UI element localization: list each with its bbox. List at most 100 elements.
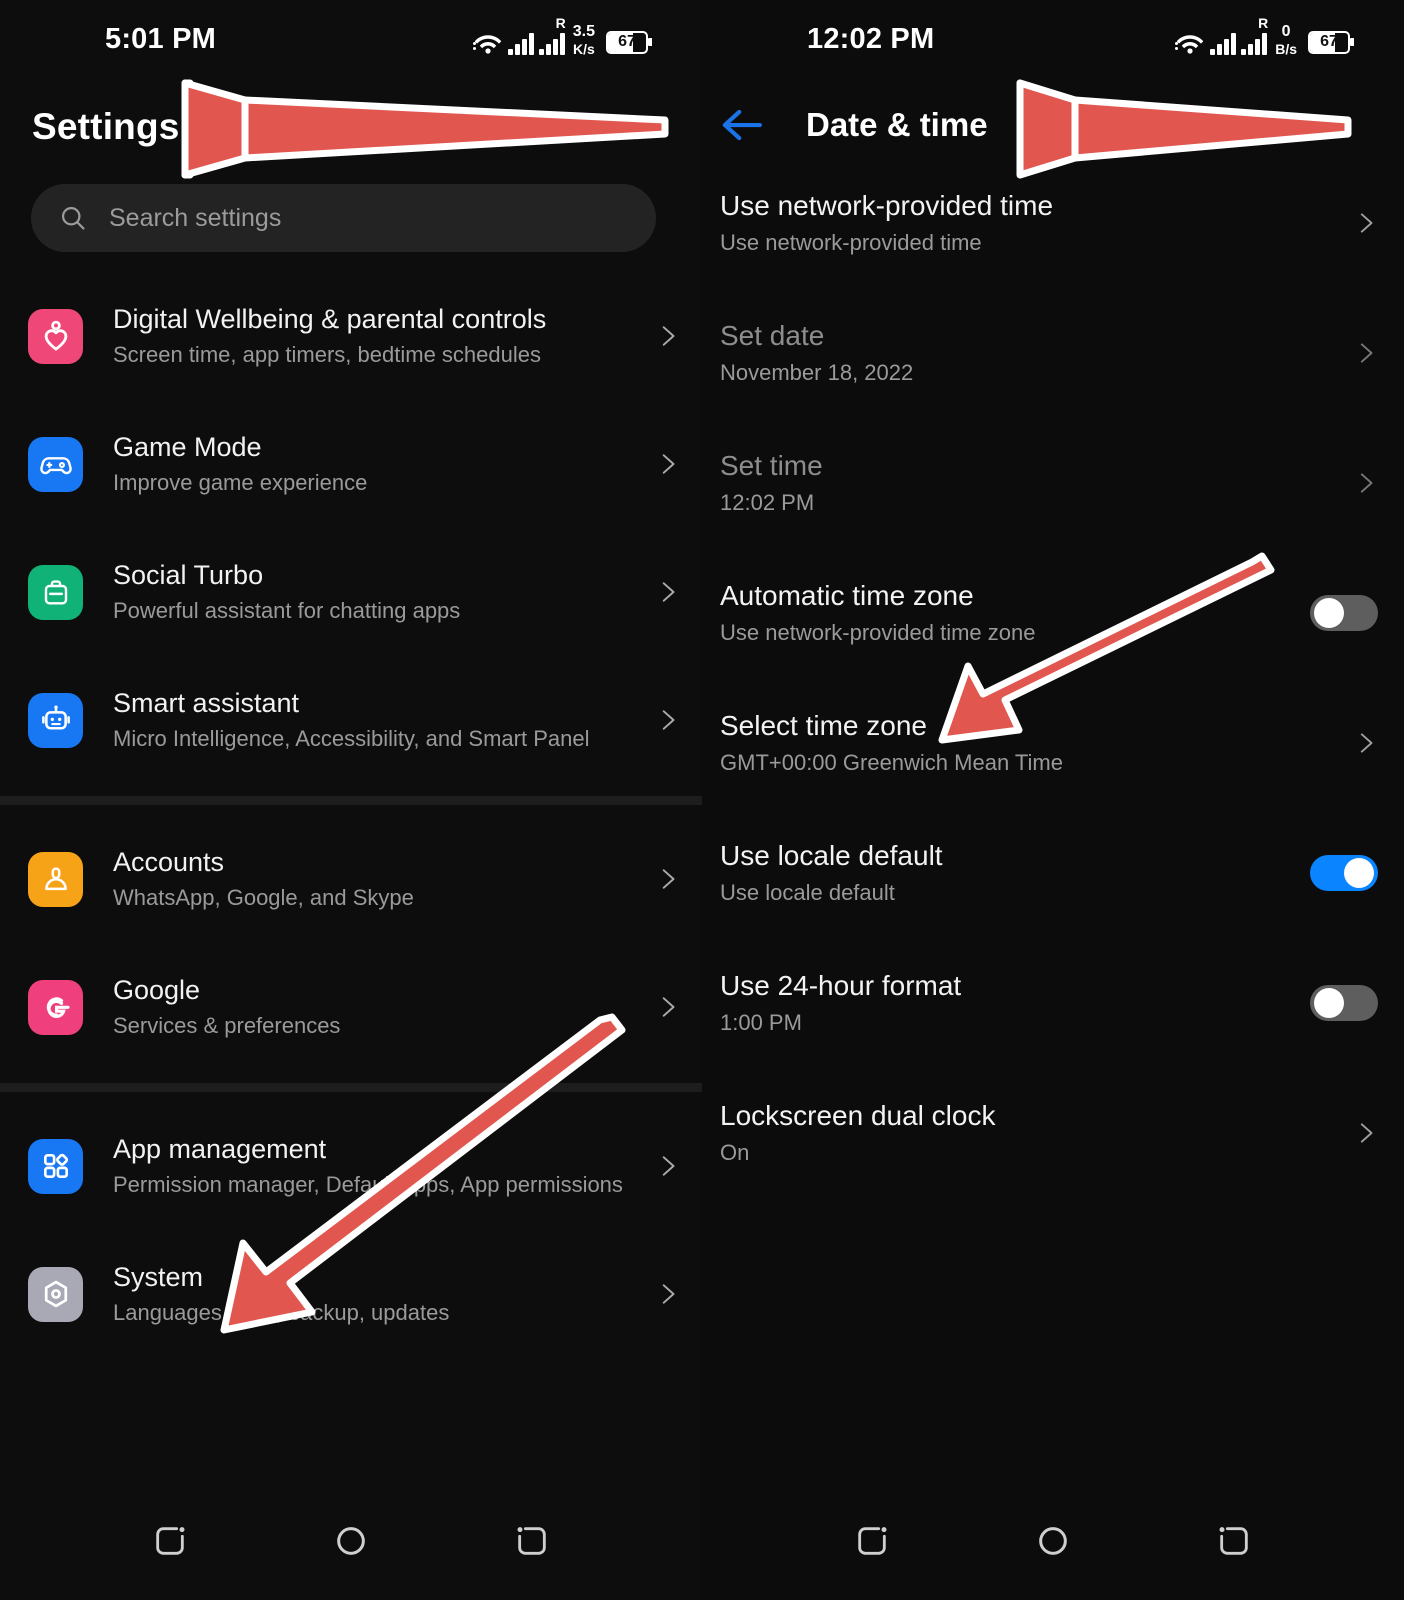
list-item-subtitle: November 18, 2022 (720, 360, 914, 386)
list-item-label: Set time (720, 450, 823, 482)
status-bar-right: 12:02 PM R 0 B/s 67 (702, 0, 1404, 78)
list-item-select-time-zone[interactable]: Select time zone GMT+00:00 Greenwich Mea… (702, 678, 1404, 808)
network-speed-unit: B/s (1275, 40, 1297, 57)
status-bar-clock: 12:02 PM (807, 22, 935, 55)
network-speed-indicator: 3.5 K/s (572, 22, 595, 56)
wifi-icon (1175, 34, 1204, 54)
page-title: Settings (32, 106, 180, 147)
sidebar-item-accounts[interactable]: Accounts WhatsApp, Google, and Skype (0, 815, 702, 943)
sidebar-item-label: Social Turbo (113, 559, 264, 590)
chevron-right-icon (662, 710, 675, 730)
sidebar-item-subtitle: Improve game experience (113, 469, 368, 495)
date-time-list: Use network-provided time Use network-pr… (702, 144, 1404, 1198)
chevron-right-icon (662, 1156, 675, 1176)
chevron-right-icon (662, 326, 675, 346)
list-item-set-time[interactable]: Set time 12:02 PM (702, 418, 1404, 548)
roaming-indicator: R (555, 14, 566, 31)
sidebar-item-subtitle: Permission manager, Default apps, App pe… (113, 1171, 623, 1197)
wifi-icon (472, 34, 502, 54)
list-item-label: Automatic time zone (720, 580, 974, 612)
chevron-right-icon (662, 997, 675, 1017)
sidebar-item-subtitle: Micro Intelligence, Accessibility, and S… (113, 725, 590, 751)
status-bar-icons: R 3.5 K/s 67 (472, 16, 672, 56)
search-settings-bar[interactable]: Search settings (31, 184, 656, 252)
date-and-time-screen: 12:02 PM R 0 B/s 67 Date & time Use netw… (702, 0, 1404, 1600)
sidebar-item-label: Accounts (113, 846, 225, 877)
home-icon[interactable] (1027, 1515, 1079, 1567)
list-item-label: Set date (720, 320, 825, 352)
battery-level: 67 (618, 33, 636, 50)
signal-bars-sim2: R (1241, 16, 1268, 55)
signal-bars-sim1 (1210, 32, 1237, 55)
list-item-subtitle: 12:02 PM (720, 490, 815, 516)
group-divider (0, 796, 702, 805)
sidebar-item-subtitle: WhatsApp, Google, and Skype (113, 884, 414, 910)
settings-group-3: App management Permission manager, Defau… (0, 1102, 702, 1358)
sidebar-item-digital-wellbeing[interactable]: Digital Wellbeing & parental controls Sc… (0, 272, 702, 400)
chevron-right-icon (662, 582, 675, 602)
recents-icon[interactable] (846, 1515, 898, 1567)
system-gear-hex-icon (28, 1266, 83, 1322)
navigation-bar-left (0, 1482, 702, 1600)
sidebar-item-subtitle: Services & preferences (113, 1012, 341, 1038)
battery-level: 67 (1320, 33, 1338, 50)
sidebar-item-subtitle: Screen time, app timers, bedtime schedul… (113, 341, 541, 367)
sidebar-item-system[interactable]: System Languages, time, backup, updates (0, 1230, 702, 1358)
list-item-subtitle: 1:00 PM (720, 1010, 802, 1036)
list-item-subtitle: On (720, 1140, 750, 1166)
person-account-icon (28, 851, 83, 907)
home-icon[interactable] (325, 1515, 377, 1567)
use-locale-default-toggle[interactable] (1310, 855, 1378, 891)
list-item-subtitle: GMT+00:00 Greenwich Mean Time (720, 750, 1063, 776)
list-item-subtitle: Use locale default (720, 880, 895, 906)
list-item-use-locale-default[interactable]: Use locale default Use locale default (702, 808, 1404, 938)
list-item-automatic-time-zone[interactable]: Automatic time zone Use network-provided… (702, 548, 1404, 678)
list-item-use-network-provided-time[interactable]: Use network-provided time Use network-pr… (702, 158, 1404, 288)
robot-icon (28, 692, 83, 748)
sidebar-item-app-management[interactable]: App management Permission manager, Defau… (0, 1102, 702, 1230)
network-speed-value: 3.5 (572, 22, 595, 40)
heart-wellbeing-icon (28, 308, 83, 364)
search-icon (61, 206, 85, 230)
sidebar-item-label: Smart assistant (113, 687, 300, 718)
sidebar-item-label: Google (113, 974, 201, 1005)
google-g-icon (28, 979, 83, 1035)
sidebar-item-label: System (113, 1261, 204, 1292)
back-icon[interactable] (1208, 1515, 1260, 1567)
sidebar-item-google[interactable]: Google Services & preferences (0, 943, 702, 1071)
recents-icon[interactable] (144, 1515, 196, 1567)
list-item-lockscreen-dual-clock[interactable]: Lockscreen dual clock On (702, 1068, 1404, 1198)
settings-group-1: Digital Wellbeing & parental controls Sc… (0, 272, 702, 784)
back-icon[interactable] (506, 1515, 558, 1567)
back-arrow-icon[interactable] (720, 108, 764, 142)
battery-icon: 67 (606, 30, 652, 54)
search-input[interactable]: Search settings (109, 204, 281, 233)
briefcase-icon (28, 564, 83, 620)
dual-screenshot-container: 5:01 PM R 3.5 K/s 67 Settings Search set… (0, 0, 1404, 1600)
list-item-use-24-hour-format[interactable]: Use 24-hour format 1:00 PM (702, 938, 1404, 1068)
network-speed-indicator: 0 B/s (1275, 23, 1297, 57)
chevron-right-icon (662, 869, 675, 889)
roaming-indicator: R (1258, 14, 1269, 31)
list-item-set-date[interactable]: Set date November 18, 2022 (702, 288, 1404, 418)
chevron-right-icon (1360, 733, 1373, 753)
chevron-right-icon (1360, 343, 1373, 363)
settings-group-2: Accounts WhatsApp, Google, and Skype Goo… (0, 815, 702, 1071)
page-title: Date & time (806, 106, 988, 143)
list-item-label: Use 24-hour format (720, 970, 962, 1002)
list-item-label: Use locale default (720, 840, 943, 872)
automatic-time-zone-toggle[interactable] (1310, 595, 1378, 631)
signal-bars-sim2: R (538, 16, 566, 55)
apps-grid-icon (28, 1138, 83, 1194)
sidebar-item-social-turbo[interactable]: Social Turbo Powerful assistant for chat… (0, 528, 702, 656)
chevron-right-icon (1360, 473, 1373, 493)
sidebar-item-subtitle: Powerful assistant for chatting apps (113, 597, 461, 623)
sidebar-item-game-mode[interactable]: Game Mode Improve game experience (0, 400, 702, 528)
list-item-label: Use network-provided time (720, 190, 1054, 222)
settings-list: Digital Wellbeing & parental controls Sc… (0, 252, 702, 1358)
use-24-hour-format-toggle[interactable] (1310, 985, 1378, 1021)
status-bar-left: 5:01 PM R 3.5 K/s 67 (0, 0, 702, 78)
sidebar-item-label: Game Mode (113, 431, 262, 462)
chevron-right-icon (1360, 1123, 1373, 1143)
sidebar-item-smart-assistant[interactable]: Smart assistant Micro Intelligence, Acce… (0, 656, 702, 784)
